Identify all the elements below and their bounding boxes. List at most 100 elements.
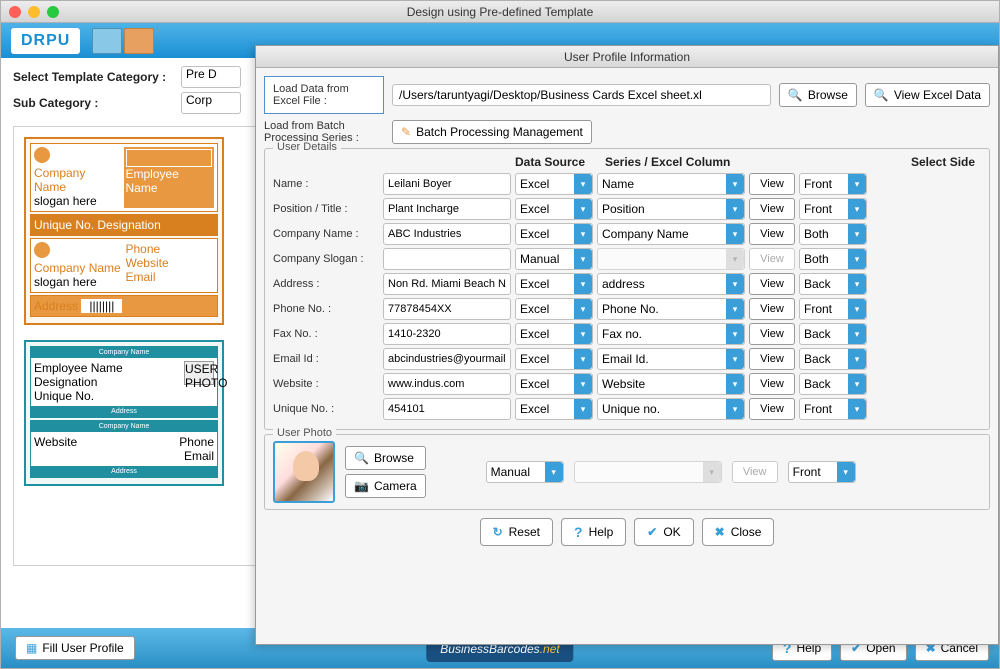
excel-column-select[interactable]: Unique no.▾ (597, 398, 745, 420)
close-button[interactable]: ✖Close (702, 518, 775, 546)
user-details-legend: User Details (273, 141, 341, 153)
template-category-select[interactable]: Pre D (181, 66, 241, 88)
field-value-input[interactable] (383, 323, 511, 345)
batch-processing-button[interactable]: ✎Batch Processing Management (392, 120, 592, 144)
excel-column-select[interactable]: Phone No.▾ (597, 298, 745, 320)
chevron-down-icon: ▾ (848, 274, 866, 294)
chevron-down-icon: ▾ (837, 462, 855, 482)
chevron-down-icon: ▾ (574, 399, 592, 419)
chevron-down-icon: ▾ (726, 249, 744, 269)
side-select[interactable]: Front▾ (799, 198, 867, 220)
side-select[interactable]: Back▾ (799, 348, 867, 370)
data-source-select[interactable]: Excel▾ (515, 298, 593, 320)
camera-icon: 📷 (354, 479, 369, 493)
detail-row: Email Id : Excel▾Email Id.▾ViewBack▾ (273, 348, 981, 370)
chevron-down-icon: ▾ (848, 199, 866, 219)
excel-column-select[interactable]: Website▾ (597, 373, 745, 395)
template-card[interactable]: Company Nameslogan here Employee Name Un… (24, 137, 224, 325)
chevron-down-icon: ▾ (848, 324, 866, 344)
browse-button[interactable]: 🔍Browse (779, 83, 857, 107)
field-value-input[interactable] (383, 173, 511, 195)
user-profile-dialog: User Profile Information Load Data from … (255, 45, 999, 645)
chevron-down-icon: ▾ (574, 174, 592, 194)
field-value-input[interactable] (383, 248, 511, 270)
view-button[interactable]: View (749, 348, 795, 370)
excel-column-select[interactable]: Name▾ (597, 173, 745, 195)
field-value-input[interactable] (383, 198, 511, 220)
field-value-input[interactable] (383, 348, 511, 370)
view-button[interactable]: View (749, 398, 795, 420)
field-value-input[interactable] (383, 273, 511, 295)
reset-icon: ↻ (493, 525, 503, 539)
close-window-icon[interactable] (9, 6, 21, 18)
batch-icon: ✎ (401, 125, 411, 139)
view-button[interactable]: View (749, 373, 795, 395)
photo-source-select[interactable]: Manual▾ (486, 461, 564, 483)
data-source-select[interactable]: Excel▾ (515, 373, 593, 395)
drpu-logo: DRPU (11, 28, 80, 54)
reset-button[interactable]: ↻Reset (480, 518, 553, 546)
detail-row: Phone No. :Excel▾Phone No.▾ViewFront▾ (273, 298, 981, 320)
view-button[interactable]: View (749, 323, 795, 345)
view-excel-button[interactable]: 🔍View Excel Data (865, 83, 990, 107)
photo-column-select[interactable]: ▾ (574, 461, 722, 483)
side-select[interactable]: Front▾ (799, 298, 867, 320)
side-select[interactable]: Front▾ (799, 398, 867, 420)
detail-row: Unique No. : Excel▾Unique no.▾ViewFront▾ (273, 398, 981, 420)
side-select[interactable]: Back▾ (799, 273, 867, 295)
field-value-input[interactable] (383, 398, 511, 420)
field-label: Email Id : (273, 353, 379, 365)
excel-column-select[interactable]: Fax no.▾ (597, 323, 745, 345)
photo-camera-button[interactable]: 📷Camera (345, 474, 426, 498)
side-select[interactable]: Both▾ (799, 223, 867, 245)
fill-user-profile-button[interactable]: ▦ Fill User Profile (15, 636, 135, 660)
close-icon: ✖ (715, 525, 725, 539)
banner-card-icon (92, 28, 122, 54)
excel-path-input[interactable] (392, 84, 771, 106)
side-select[interactable]: Both▾ (799, 248, 867, 270)
data-source-select[interactable]: Manual▾ (515, 248, 593, 270)
side-select[interactable]: Front▾ (799, 173, 867, 195)
chevron-down-icon: ▾ (574, 324, 592, 344)
field-label: Website : (273, 378, 379, 390)
excel-column-select[interactable]: Company Name▾ (597, 223, 745, 245)
dialog-help-button[interactable]: ?Help (561, 518, 626, 546)
photo-view-button: View (732, 461, 778, 483)
view-button[interactable]: View (749, 273, 795, 295)
field-value-input[interactable] (383, 223, 511, 245)
search-icon: 🔍 (354, 451, 369, 465)
view-button[interactable]: View (749, 173, 795, 195)
chevron-down-icon: ▾ (726, 399, 744, 419)
data-source-select[interactable]: Excel▾ (515, 273, 593, 295)
data-source-select[interactable]: Excel▾ (515, 223, 593, 245)
help-icon: ? (574, 524, 583, 540)
excel-column-select[interactable]: Position▾ (597, 198, 745, 220)
side-select[interactable]: Back▾ (799, 323, 867, 345)
view-button[interactable]: View (749, 223, 795, 245)
excel-column-select[interactable]: address▾ (597, 273, 745, 295)
template-card[interactable]: Company Name Employee NameDesignationUni… (24, 340, 224, 486)
sub-category-select[interactable]: Corp (181, 92, 241, 114)
minimize-window-icon[interactable] (28, 6, 40, 18)
ok-button[interactable]: ✔OK (634, 518, 693, 546)
template-category-label: Select Template Category : (13, 70, 173, 84)
photo-browse-button[interactable]: 🔍Browse (345, 446, 426, 470)
excel-column-select[interactable]: Email Id.▾ (597, 348, 745, 370)
data-source-select[interactable]: Excel▾ (515, 398, 593, 420)
field-value-input[interactable] (383, 298, 511, 320)
side-select[interactable]: Back▾ (799, 373, 867, 395)
field-label: Unique No. : (273, 403, 379, 415)
user-details-fieldset: User Details Data Source Series / Excel … (264, 148, 990, 430)
data-source-select[interactable]: Excel▾ (515, 323, 593, 345)
check-icon: ✔ (647, 525, 657, 539)
maximize-window-icon[interactable] (47, 6, 59, 18)
data-source-select[interactable]: Excel▾ (515, 198, 593, 220)
chevron-down-icon: ▾ (726, 349, 744, 369)
view-button[interactable]: View (749, 298, 795, 320)
field-value-input[interactable] (383, 373, 511, 395)
view-button[interactable]: View (749, 198, 795, 220)
user-photo-fieldset: User Photo 🔍Browse 📷Camera Manual▾ ▾ Vie… (264, 434, 990, 510)
data-source-select[interactable]: Excel▾ (515, 348, 593, 370)
data-source-select[interactable]: Excel▾ (515, 173, 593, 195)
photo-side-select[interactable]: Front▾ (788, 461, 856, 483)
